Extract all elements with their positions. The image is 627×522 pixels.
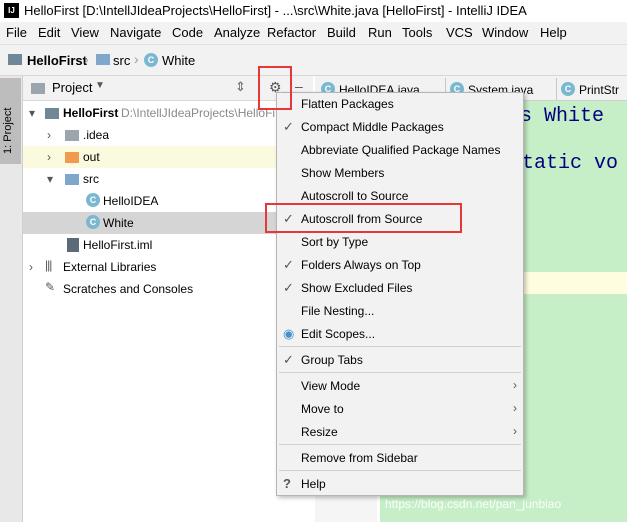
tree-row-out[interactable]: › out — [23, 146, 315, 168]
menu-window[interactable]: Window — [482, 25, 528, 40]
class-icon: C — [86, 193, 100, 207]
menu-help[interactable]: Help — [540, 25, 567, 40]
menu-analyze[interactable]: Analyze — [214, 25, 260, 40]
title-bar: IJ HelloFirst [D:\IntellJIdeaProjects\He… — [0, 0, 627, 22]
source-folder-icon — [65, 174, 79, 185]
library-icon: ||| — [45, 258, 52, 272]
breadcrumb-white[interactable]: White — [162, 53, 195, 68]
menu-item-show-members[interactable]: Show Members — [277, 162, 523, 185]
tree-label: HelloIDEA — [103, 194, 159, 208]
menu-view[interactable]: View — [71, 25, 99, 40]
menu-item-help[interactable]: ? Help — [277, 473, 523, 496]
tree-row-src[interactable]: ▾ src — [23, 168, 315, 190]
menu-navigate[interactable]: Navigate — [110, 25, 161, 40]
menu-edit[interactable]: Edit — [38, 25, 60, 40]
chevron-down-icon: ▾ — [47, 172, 54, 186]
code-line: static vo — [510, 152, 619, 175]
checkmark-icon: ✓ — [283, 119, 294, 134]
tree-label: .idea — [83, 128, 110, 142]
breadcrumb: HelloFirst › src › C White — [0, 45, 627, 76]
project-options-menu: Flatten Packages ✓ Compact Middle Packag… — [276, 92, 524, 496]
iml-file-icon — [67, 238, 79, 252]
menu-item-remove-from-sidebar[interactable]: Remove from Sidebar — [277, 447, 523, 470]
collapse-all-icon[interactable]: ⇕ — [235, 79, 246, 95]
chevron-right-icon: › — [47, 150, 51, 164]
menu-item-flatten-packages[interactable]: Flatten Packages — [277, 93, 523, 116]
folder-icon — [65, 130, 79, 141]
tree-label: HelloFirst — [63, 106, 119, 120]
module-folder-icon — [45, 108, 59, 119]
menu-item-edit-scopes[interactable]: ◉ Edit Scopes... — [277, 323, 523, 346]
menu-item-group-tabs[interactable]: ✓ Group Tabs — [277, 349, 523, 372]
tree-row-external-libraries[interactable]: › ||| External Libraries — [23, 256, 315, 278]
chevron-right-icon: › — [513, 401, 517, 415]
breadcrumb-src[interactable]: src — [113, 53, 130, 68]
menu-tools[interactable]: Tools — [402, 25, 432, 40]
menu-item-view-mode[interactable]: View Mode › — [277, 375, 523, 398]
watermark-text: https://blog.csdn.net/pan_junbiao — [385, 497, 562, 511]
menu-item-abbreviate-qualified-package-names[interactable]: Abbreviate Qualified Package Names — [277, 139, 523, 162]
menu-item-file-nesting[interactable]: File Nesting... — [277, 300, 523, 323]
menu-build[interactable]: Build — [327, 25, 356, 40]
menu-separator — [279, 346, 521, 347]
tab-label: PrintStr — [579, 83, 620, 97]
tree-label: src — [83, 172, 99, 186]
tree-label: White — [103, 216, 134, 230]
menu-refactor[interactable]: Refactor — [267, 25, 316, 40]
help-icon: ? — [283, 476, 291, 491]
code-line: s White — [520, 105, 605, 128]
window-title: HelloFirst [D:\IntellJIdeaProjects\Hello… — [24, 3, 527, 18]
tree-label: External Libraries — [63, 260, 157, 274]
menu-separator — [279, 444, 521, 445]
checkmark-icon: ✓ — [283, 352, 294, 367]
class-icon: C — [144, 53, 158, 67]
menu-separator — [279, 470, 521, 471]
project-tool-label: 1: Project — [2, 107, 14, 154]
intellij-app-icon: IJ — [4, 3, 19, 18]
scratches-icon: ✎ — [45, 280, 56, 294]
tab-printstream[interactable]: C PrintStr — [557, 78, 627, 100]
menu-item-folders-always-on-top[interactable]: ✓ Folders Always on Top — [277, 254, 523, 277]
chevron-right-icon: › — [513, 424, 517, 438]
chevron-right-icon: › — [47, 128, 51, 142]
module-folder-icon — [8, 54, 22, 65]
menu-item-resize[interactable]: Resize › — [277, 421, 523, 444]
folder-icon — [65, 152, 79, 163]
checkmark-icon: ✓ — [283, 280, 294, 295]
tree-label: HelloFirst.iml — [83, 238, 153, 252]
menu-item-sort-by-type[interactable]: Sort by Type — [277, 231, 523, 254]
chevron-right-icon: › — [134, 51, 139, 67]
class-icon: C — [86, 215, 100, 229]
checkmark-icon: ✓ — [283, 257, 294, 272]
project-view-title[interactable]: Project — [52, 80, 92, 95]
menu-bar: File Edit View Navigate Code Analyze Ref… — [0, 22, 627, 45]
class-icon: C — [561, 82, 575, 96]
menu-item-move-to[interactable]: Move to › — [277, 398, 523, 421]
chevron-down-icon[interactable]: ▼ — [95, 80, 105, 91]
project-view-icon — [31, 83, 45, 94]
chevron-right-icon: › — [513, 378, 517, 392]
tree-row-scratches[interactable]: ✎ Scratches and Consoles — [23, 278, 315, 300]
tree-label: Scratches and Consoles — [63, 282, 194, 296]
menu-separator — [279, 372, 521, 373]
menu-code[interactable]: Code — [172, 25, 203, 40]
menu-item-compact-middle-packages[interactable]: ✓ Compact Middle Packages — [277, 116, 523, 139]
menu-vcs[interactable]: VCS — [446, 25, 473, 40]
menu-file[interactable]: File — [6, 25, 27, 40]
autoscroll-highlight-box — [265, 203, 462, 233]
tree-label: out — [83, 150, 100, 164]
tree-row-iml[interactable]: HelloFirst.iml — [23, 234, 315, 256]
gear-highlight-box — [258, 66, 292, 110]
source-folder-icon — [96, 54, 110, 65]
breadcrumb-project[interactable]: HelloFirst — [27, 53, 87, 68]
menu-run[interactable]: Run — [368, 25, 392, 40]
chevron-right-icon: › — [84, 51, 89, 67]
tree-row-idea[interactable]: › .idea — [23, 124, 315, 146]
chevron-down-icon: ▾ — [29, 106, 36, 120]
chevron-right-icon: › — [29, 260, 33, 274]
menu-item-show-excluded-files[interactable]: ✓ Show Excluded Files — [277, 277, 523, 300]
tree-path: D:\IntellJIdeaProjects\HelloFi — [121, 106, 276, 120]
scope-icon: ◉ — [283, 326, 295, 341]
